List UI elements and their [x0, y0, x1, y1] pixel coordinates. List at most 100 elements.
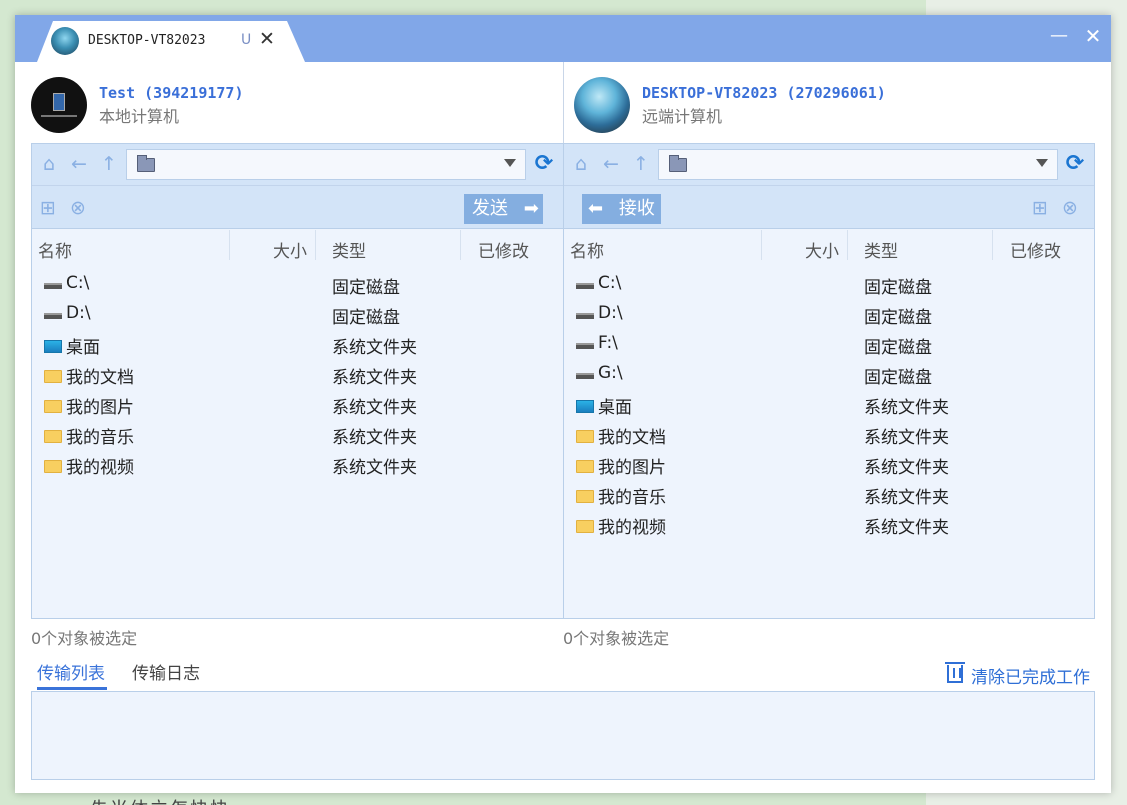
tab-transfer-list[interactable]: 传输列表: [37, 659, 105, 684]
home-icon[interactable]: ⌂: [37, 152, 61, 176]
column-name[interactable]: 名称: [38, 237, 72, 262]
item-type: 系统文件夹: [864, 428, 949, 448]
list-item[interactable]: 我的音乐 系统文件夹: [564, 480, 1094, 510]
folder-icon: [44, 400, 62, 413]
local-avatar: [31, 77, 87, 133]
list-item[interactable]: G:\ 固定磁盘: [564, 360, 1094, 390]
drive-icon: [576, 313, 594, 319]
remote-computer-subtitle: 远端计算机: [642, 107, 723, 126]
drive-icon: [576, 373, 594, 379]
up-arrow-icon[interactable]: ↑: [629, 152, 653, 176]
home-icon[interactable]: ⌂: [569, 152, 593, 176]
refresh-icon[interactable]: ⟳: [532, 152, 556, 176]
tab-title: DESKTOP-VT82023: [88, 33, 206, 48]
folder-icon: [576, 520, 594, 533]
folder-icon: [44, 370, 62, 383]
remote-nav-toolbar: ⌂ ← ↑ ⟳: [564, 144, 1094, 185]
list-item[interactable]: 我的视频 系统文件夹: [564, 510, 1094, 540]
local-computer-subtitle: 本地计算机: [99, 107, 180, 126]
drive-icon: [44, 313, 62, 319]
list-item[interactable]: 我的视频 系统文件夹: [32, 450, 563, 480]
refresh-icon[interactable]: ⟳: [1063, 152, 1087, 176]
item-type: 系统文件夹: [864, 398, 949, 418]
list-item[interactable]: D:\ 固定磁盘: [32, 300, 563, 330]
back-arrow-icon[interactable]: ←: [599, 152, 623, 176]
item-name: G:\: [598, 363, 623, 383]
column-size[interactable]: 大小: [273, 237, 307, 262]
receive-button[interactable]: ⬅ 接收: [582, 194, 661, 224]
arrow-right-icon: ➡: [523, 198, 539, 219]
desktop-icon: [44, 340, 62, 353]
item-type: 系统文件夹: [332, 458, 417, 478]
column-type[interactable]: 类型: [864, 237, 898, 262]
send-button[interactable]: 发送 ➡: [464, 194, 543, 224]
window-close-icon[interactable]: ✕: [1078, 21, 1108, 51]
list-item[interactable]: 我的图片 系统文件夹: [32, 390, 563, 420]
list-item[interactable]: 我的文档 系统文件夹: [564, 420, 1094, 450]
local-file-panel: ⌂ ← ↑ ⟳ ⊞ ⊗ 发送 ➡ 名称 大小 类型 已修改 C:\ 固定磁盘 D…: [31, 143, 564, 619]
cancel-icon[interactable]: ⊗: [66, 196, 90, 220]
folder-icon: [44, 460, 62, 473]
item-type: 系统文件夹: [864, 458, 949, 478]
folder-icon: [44, 430, 62, 443]
remote-selection-status: 0个对象被选定: [563, 629, 670, 648]
arrow-left-icon: ⬅: [588, 198, 604, 219]
remote-action-toolbar: ⬅ 接收 ⊞ ⊗: [564, 185, 1094, 229]
tab-transfer-log[interactable]: 传输日志: [132, 659, 200, 684]
receive-label: 接收: [618, 198, 655, 219]
list-item[interactable]: D:\ 固定磁盘: [564, 300, 1094, 330]
list-item[interactable]: 我的音乐 系统文件夹: [32, 420, 563, 450]
list-item[interactable]: C:\ 固定磁盘: [32, 270, 563, 300]
send-label: 发送: [472, 198, 508, 219]
folder-icon: [576, 430, 594, 443]
item-type: 固定磁盘: [332, 308, 400, 328]
column-name[interactable]: 名称: [570, 237, 604, 262]
list-item[interactable]: F:\ 固定磁盘: [564, 330, 1094, 360]
item-name: 我的文档: [66, 368, 134, 388]
drive-icon: [44, 283, 62, 289]
local-column-header: 名称 大小 类型 已修改: [32, 230, 563, 262]
title-bar[interactable]: DESKTOP-VT82023 U ✕ — ✕: [15, 15, 1111, 62]
folder-icon: [576, 490, 594, 503]
column-modified[interactable]: 已修改: [1010, 237, 1061, 262]
local-path-dropdown[interactable]: [126, 149, 526, 180]
list-item[interactable]: 桌面 系统文件夹: [564, 390, 1094, 420]
desktop-icon: [576, 400, 594, 413]
item-name: 桌面: [598, 398, 632, 418]
cancel-icon[interactable]: ⊗: [1058, 196, 1082, 220]
item-name: 我的图片: [598, 458, 666, 478]
column-size[interactable]: 大小: [805, 237, 839, 262]
list-item[interactable]: 我的文档 系统文件夹: [32, 360, 563, 390]
minimize-icon[interactable]: —: [1044, 21, 1074, 51]
new-folder-icon[interactable]: ⊞: [1028, 196, 1052, 220]
item-type: 系统文件夹: [332, 398, 417, 418]
item-type: 固定磁盘: [864, 308, 932, 328]
list-item[interactable]: C:\ 固定磁盘: [564, 270, 1094, 300]
item-type: 固定磁盘: [864, 368, 932, 388]
up-arrow-icon[interactable]: ↑: [97, 152, 121, 176]
list-item[interactable]: 桌面 系统文件夹: [32, 330, 563, 360]
remote-column-header: 名称 大小 类型 已修改: [564, 230, 1094, 262]
back-arrow-icon[interactable]: ←: [67, 152, 91, 176]
column-type[interactable]: 类型: [332, 237, 366, 262]
folder-icon: [137, 155, 155, 172]
session-tab[interactable]: DESKTOP-VT82023 U ✕: [37, 21, 305, 62]
list-item[interactable]: 我的图片 系统文件夹: [564, 450, 1094, 480]
remote-path-dropdown[interactable]: [658, 149, 1058, 180]
item-type: 系统文件夹: [332, 428, 417, 448]
local-computer-name: Test (394219177): [99, 84, 244, 102]
item-type: 固定磁盘: [332, 278, 400, 298]
local-nav-toolbar: ⌂ ← ↑ ⟳: [32, 144, 563, 185]
drive-icon: [576, 343, 594, 349]
local-file-list: C:\ 固定磁盘 D:\ 固定磁盘 桌面 系统文件夹 我的文档 系统文件夹 我的图片 系统文件夹我…: [32, 270, 563, 480]
trash-icon: [945, 662, 965, 683]
item-type: 系统文件夹: [864, 488, 949, 508]
tab-close-icon[interactable]: ✕: [259, 28, 275, 50]
column-modified[interactable]: 已修改: [478, 237, 529, 262]
new-folder-icon[interactable]: ⊞: [36, 196, 60, 220]
item-type: 系统文件夹: [332, 368, 417, 388]
item-name: D:\: [598, 303, 623, 323]
transfer-list-area[interactable]: [31, 691, 1095, 780]
chevron-down-icon: [504, 159, 516, 167]
tab-avatar: [51, 27, 79, 55]
